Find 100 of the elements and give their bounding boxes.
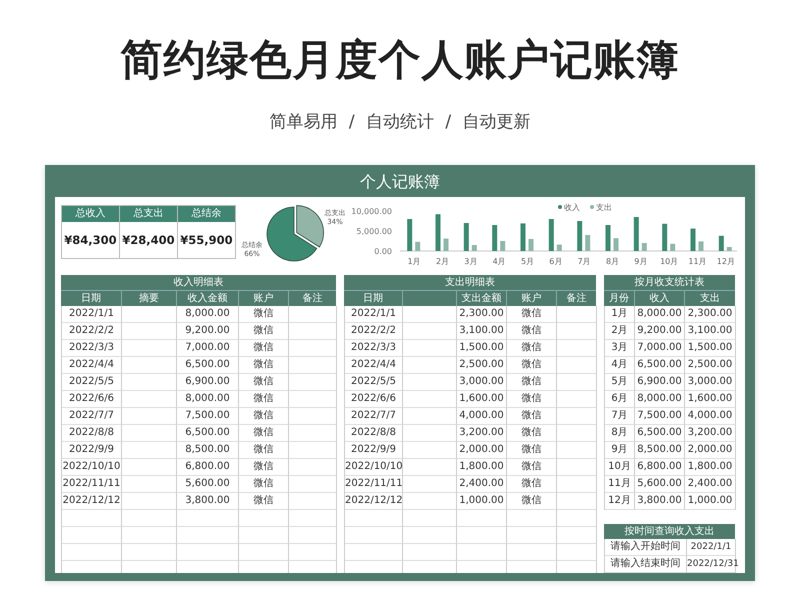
table-cell: 微信 xyxy=(507,493,557,510)
table-cell: 8,500.00 xyxy=(635,442,685,459)
empty-cell xyxy=(557,493,597,510)
table-cell: 2,300.00 xyxy=(457,306,507,323)
table-cell: 8月 xyxy=(605,425,635,442)
axis-category-label: 11月 xyxy=(688,257,706,266)
table-cell: 6,500.00 xyxy=(635,357,685,374)
table-cell: 1,000.00 xyxy=(457,493,507,510)
table-cell: 2022/10/10 xyxy=(62,459,122,476)
table-cell: 微信 xyxy=(239,323,289,340)
table-cell: 2022/4/4 xyxy=(62,357,122,374)
bar xyxy=(634,217,639,251)
table-cell: 1,500.00 xyxy=(457,340,507,357)
summary-header: 总支出 xyxy=(120,206,177,222)
empty-cell xyxy=(403,442,457,459)
empty-cell xyxy=(289,459,337,476)
table-cell: 微信 xyxy=(507,425,557,442)
table-cell: 6月 xyxy=(605,391,635,408)
column-header: 日期 xyxy=(61,290,121,306)
table-cell: 2022/5/5 xyxy=(62,374,122,391)
axis-category-label: 9月 xyxy=(634,257,648,266)
table-cell: 2022/10/10 xyxy=(345,459,403,476)
field-label: 请输入开始时间 xyxy=(605,539,687,556)
column-header: 收入 xyxy=(634,290,684,306)
column-header: 支出金额 xyxy=(456,290,506,306)
empty-cell xyxy=(122,374,177,391)
empty-cell xyxy=(557,306,597,323)
empty-cell xyxy=(403,323,457,340)
table-cell: 2022/11/11 xyxy=(345,476,403,493)
empty-cell xyxy=(289,476,337,493)
bar xyxy=(556,244,562,251)
axis-category-label: 7月 xyxy=(577,257,590,266)
column-header: 摘要 xyxy=(121,290,176,306)
empty-cell xyxy=(122,306,177,323)
empty-cell xyxy=(557,510,597,527)
date-field[interactable]: 2022/12/31 xyxy=(687,556,736,573)
empty-cell xyxy=(122,323,177,340)
table-cell: 2022/1/1 xyxy=(345,306,403,323)
bar xyxy=(670,244,675,251)
table-cell: 1,800.00 xyxy=(457,459,507,476)
empty-cell xyxy=(507,544,557,561)
empty-cell xyxy=(557,391,597,408)
empty-cell xyxy=(122,425,177,442)
empty-cell xyxy=(557,527,597,544)
table-cell: 7,000.00 xyxy=(177,340,239,357)
empty-cell xyxy=(122,510,177,527)
empty-cell xyxy=(403,544,457,561)
table-cell: 微信 xyxy=(239,357,289,374)
empty-cell xyxy=(557,459,597,476)
empty-cell xyxy=(557,374,597,391)
table-cell: 微信 xyxy=(239,340,289,357)
table-cell: 6,800.00 xyxy=(177,459,239,476)
empty-cell xyxy=(457,510,507,527)
bar xyxy=(698,241,704,251)
empty-cell xyxy=(345,527,403,544)
empty-cell xyxy=(122,527,177,544)
legend-item: 收入 xyxy=(558,203,580,212)
empty-cell xyxy=(557,544,597,561)
column-header: 账户 xyxy=(238,290,288,306)
table-cell: 3,800.00 xyxy=(177,493,239,510)
bar xyxy=(662,224,667,251)
empty-cell xyxy=(177,510,239,527)
table-title: 按月收支统计表 xyxy=(604,275,735,290)
bar xyxy=(613,238,618,251)
empty-cell xyxy=(289,340,337,357)
table-cell: 微信 xyxy=(507,306,557,323)
table-cell: 3月 xyxy=(605,340,635,357)
table-cell: 2,300.00 xyxy=(685,306,736,323)
axis-category-label: 3月 xyxy=(464,257,478,266)
empty-cell xyxy=(122,340,177,357)
empty-cell xyxy=(62,510,122,527)
table-cell: 2,000.00 xyxy=(685,442,736,459)
table-cell: 2022/6/6 xyxy=(62,391,122,408)
bar xyxy=(464,223,469,251)
table-cell: 8,500.00 xyxy=(177,442,239,459)
empty-cell xyxy=(122,442,177,459)
empty-cell xyxy=(289,425,337,442)
empty-cell xyxy=(345,544,403,561)
empty-cell xyxy=(557,357,597,374)
table-cell: 2,500.00 xyxy=(457,357,507,374)
date-field[interactable]: 2022/1/1 xyxy=(687,539,736,556)
table-cell: 微信 xyxy=(239,459,289,476)
table-cell: 9月 xyxy=(605,442,635,459)
table-cell: 4月 xyxy=(605,357,635,374)
empty-cell xyxy=(403,476,457,493)
table-cell: 2022/3/3 xyxy=(345,340,403,357)
table-cell: 2022/12/12 xyxy=(345,493,403,510)
table-cell: 2022/3/3 xyxy=(62,340,122,357)
table-cell: 微信 xyxy=(507,408,557,425)
empty-cell xyxy=(62,527,122,544)
table-cell: 2022/12/12 xyxy=(62,493,122,510)
table-cell: 5月 xyxy=(605,374,635,391)
table-title: 收入明细表 xyxy=(61,275,336,290)
table-cell: 7月 xyxy=(605,408,635,425)
legend-item: 支出 xyxy=(590,203,612,212)
table-cell: 1月 xyxy=(605,306,635,323)
table-cell: 2022/8/8 xyxy=(62,425,122,442)
sheet-title: 个人记账簿 xyxy=(359,171,441,193)
empty-cell xyxy=(403,408,457,425)
empty-cell xyxy=(557,340,597,357)
